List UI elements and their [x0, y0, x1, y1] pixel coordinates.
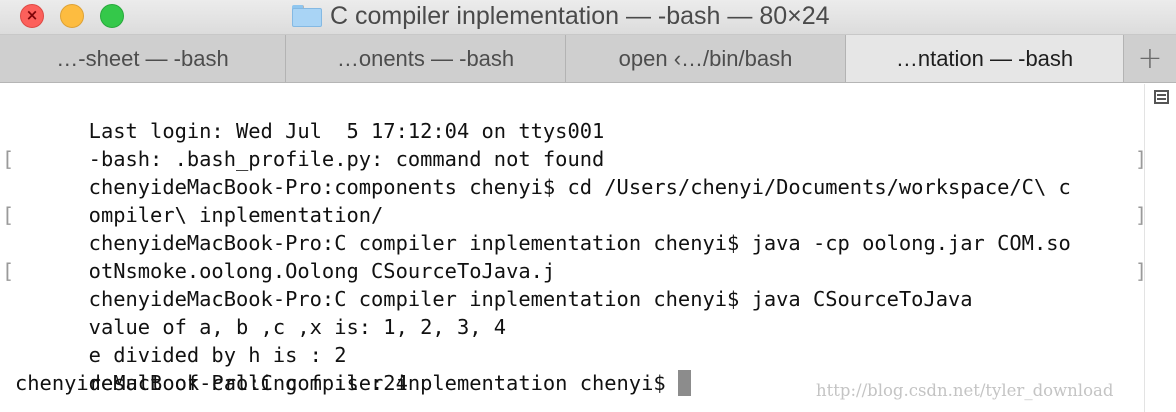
terminal-line: value of a, b ,c ,x is: 1, 2, 3, 4	[0, 285, 1144, 339]
minimize-button[interactable]	[60, 4, 84, 28]
tab-sheet[interactable]: …-sheet — -bash	[0, 35, 286, 82]
zoom-button[interactable]	[100, 4, 124, 28]
tab-open[interactable]: open ‹…/bin/bash	[566, 35, 846, 82]
watermark: http://blog.csdn.net/tyler_download	[816, 381, 1114, 400]
terminal-line: e divided by h is : 2	[0, 313, 1144, 367]
line-mark-left: [	[2, 203, 15, 227]
tab-components[interactable]: …onents — -bash	[286, 35, 566, 82]
terminal-line: [chenyideMacBook-Pro:C compiler inplemen…	[0, 257, 1147, 311]
line-mark-left: [	[2, 259, 15, 283]
title-bar[interactable]: × C compiler inplementation — -bash — 80…	[0, 0, 1176, 35]
scroll-marks-icon[interactable]	[1154, 90, 1169, 104]
tab-implementation[interactable]: …ntation — -bash	[846, 35, 1124, 82]
close-icon: ×	[25, 6, 39, 24]
folder-icon	[292, 5, 322, 27]
terminal-window: × C compiler inplementation — -bash — 80…	[0, 0, 1176, 412]
tab-label: …onents — -bash	[336, 45, 515, 71]
line-mark-left: [	[2, 147, 15, 171]
window-title: C compiler inplementation — -bash — 80×2…	[292, 0, 830, 32]
terminal-line: result of calling f is :24	[0, 341, 1144, 395]
tab-label: …-sheet — -bash	[56, 45, 229, 71]
window-title-text: C compiler inplementation — -bash — 80×2…	[330, 1, 830, 30]
close-button[interactable]: ×	[20, 4, 44, 28]
tab-label: open ‹…/bin/bash	[618, 45, 793, 71]
terminal-line: -bash: .bash_profile.py: command not fou…	[0, 117, 1144, 171]
new-tab-button[interactable]: +	[1124, 35, 1176, 82]
terminal-line: ompiler\ inplementation/	[0, 173, 1144, 227]
terminal-line: [chenyideMacBook-Pro:C compiler inplemen…	[0, 201, 1147, 255]
terminal-line: otNsmoke.oolong.Oolong CSourceToJava.j	[0, 229, 1144, 283]
scroll-area[interactable]	[1144, 84, 1176, 412]
plus-icon: +	[1137, 41, 1163, 76]
tab-bar: …-sheet — -bash …onents — -bash open ‹…/…	[0, 35, 1176, 83]
terminal-output[interactable]: Last login: Wed Jul 5 17:12:04 on ttys00…	[0, 84, 1147, 412]
terminal-line: [chenyideMacBook-Pro:components chenyi$ …	[0, 145, 1147, 199]
tab-label: …ntation — -bash	[895, 45, 1074, 71]
text-cursor	[677, 370, 691, 396]
shell-prompt: chenyideMacBook-Pro:C compiler inplement…	[15, 371, 678, 395]
terminal-line: Last login: Wed Jul 5 17:12:04 on ttys00…	[0, 89, 1144, 143]
